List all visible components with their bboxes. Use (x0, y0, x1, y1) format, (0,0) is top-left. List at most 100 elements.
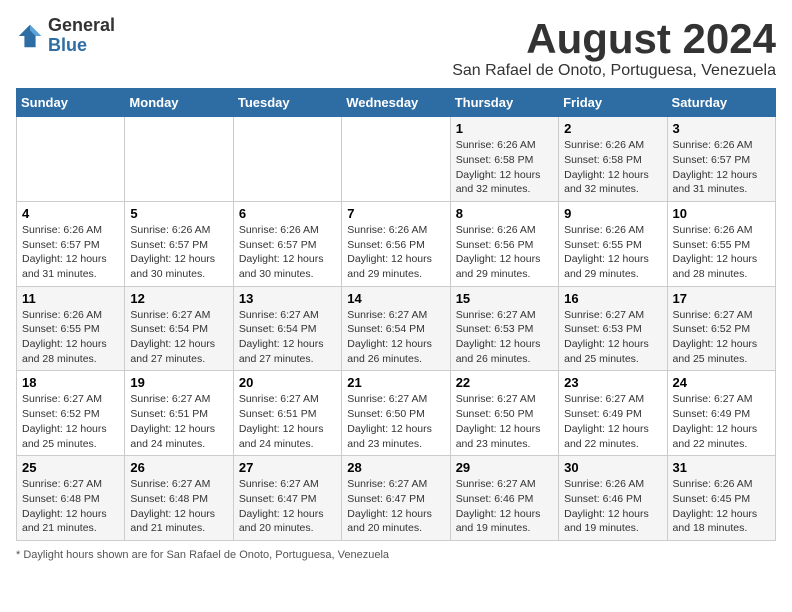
day-cell: 4 Sunrise: 6:26 AM Sunset: 6:57 PM Daylig… (17, 201, 125, 286)
calendar-body: 1 Sunrise: 6:26 AM Sunset: 6:58 PM Daylig… (17, 117, 776, 541)
day-number: 2 (564, 121, 661, 136)
day-cell: 21 Sunrise: 6:27 AM Sunset: 6:50 PM Dayli… (342, 371, 450, 456)
day-number: 23 (564, 375, 661, 390)
day-number: 9 (564, 206, 661, 221)
day-info: Sunrise: 6:26 AM Sunset: 6:57 PM Dayligh… (22, 223, 119, 282)
day-info: Sunrise: 6:27 AM Sunset: 6:47 PM Dayligh… (239, 477, 336, 536)
header-row: SundayMondayTuesdayWednesdayThursdayFrid… (17, 89, 776, 117)
day-info: Sunrise: 6:27 AM Sunset: 6:47 PM Dayligh… (347, 477, 444, 536)
calendar-table: SundayMondayTuesdayWednesdayThursdayFrid… (16, 88, 776, 541)
week-row-5: 25 Sunrise: 6:27 AM Sunset: 6:48 PM Dayli… (17, 456, 776, 541)
day-number: 10 (673, 206, 770, 221)
day-cell: 18 Sunrise: 6:27 AM Sunset: 6:52 PM Dayli… (17, 371, 125, 456)
day-number: 20 (239, 375, 336, 390)
day-cell: 12Sunrise: 6:27 AM Sunset: 6:54 PM Dayli… (125, 286, 233, 371)
day-number: 1 (456, 121, 553, 136)
day-cell: 19 Sunrise: 6:27 AM Sunset: 6:51 PM Dayli… (125, 371, 233, 456)
day-cell: 7Sunrise: 6:26 AM Sunset: 6:56 PM Daylig… (342, 201, 450, 286)
day-cell: 24 Sunrise: 6:27 AM Sunset: 6:49 PM Dayli… (667, 371, 775, 456)
day-info: Sunrise: 6:26 AM Sunset: 6:57 PM Dayligh… (673, 138, 770, 197)
day-info: Sunrise: 6:27 AM Sunset: 6:54 PM Dayligh… (130, 308, 227, 367)
day-info: Sunrise: 6:26 AM Sunset: 6:56 PM Dayligh… (347, 223, 444, 282)
day-cell (17, 117, 125, 202)
day-info: Sunrise: 6:27 AM Sunset: 6:50 PM Dayligh… (347, 392, 444, 451)
day-info: Sunrise: 6:26 AM Sunset: 6:57 PM Dayligh… (239, 223, 336, 282)
day-number: 26 (130, 460, 227, 475)
day-number: 30 (564, 460, 661, 475)
day-cell: 30Sunrise: 6:26 AM Sunset: 6:46 PM Dayli… (559, 456, 667, 541)
day-info: Sunrise: 6:27 AM Sunset: 6:49 PM Dayligh… (673, 392, 770, 451)
day-cell: 2Sunrise: 6:26 AM Sunset: 6:58 PM Daylig… (559, 117, 667, 202)
day-cell: 29Sunrise: 6:27 AM Sunset: 6:46 PM Dayli… (450, 456, 558, 541)
day-info: Sunrise: 6:27 AM Sunset: 6:50 PM Dayligh… (456, 392, 553, 451)
header-cell-wednesday: Wednesday (342, 89, 450, 117)
day-cell: 22Sunrise: 6:27 AM Sunset: 6:50 PM Dayli… (450, 371, 558, 456)
week-row-3: 11Sunrise: 6:26 AM Sunset: 6:55 PM Dayli… (17, 286, 776, 371)
week-row-4: 18 Sunrise: 6:27 AM Sunset: 6:52 PM Dayli… (17, 371, 776, 456)
day-info: Sunrise: 6:26 AM Sunset: 6:58 PM Dayligh… (456, 138, 553, 197)
day-number: 14 (347, 291, 444, 306)
day-info: Sunrise: 6:27 AM Sunset: 6:51 PM Dayligh… (130, 392, 227, 451)
day-info: Sunrise: 6:26 AM Sunset: 6:55 PM Dayligh… (22, 308, 119, 367)
day-info: Sunrise: 6:27 AM Sunset: 6:48 PM Dayligh… (130, 477, 227, 536)
day-info: Sunrise: 6:27 AM Sunset: 6:53 PM Dayligh… (456, 308, 553, 367)
main-title: August 2024 (452, 16, 776, 62)
day-info: Sunrise: 6:26 AM Sunset: 6:55 PM Dayligh… (673, 223, 770, 282)
day-info: Sunrise: 6:27 AM Sunset: 6:51 PM Dayligh… (239, 392, 336, 451)
footer-text: Daylight hours (23, 549, 93, 561)
logo-icon (16, 22, 44, 50)
header-cell-sunday: Sunday (17, 89, 125, 117)
day-info: Sunrise: 6:27 AM Sunset: 6:52 PM Dayligh… (673, 308, 770, 367)
day-cell: 26 Sunrise: 6:27 AM Sunset: 6:48 PM Dayli… (125, 456, 233, 541)
day-cell: 14Sunrise: 6:27 AM Sunset: 6:54 PM Dayli… (342, 286, 450, 371)
day-info: Sunrise: 6:27 AM Sunset: 6:53 PM Dayligh… (564, 308, 661, 367)
day-cell: 17 Sunrise: 6:27 AM Sunset: 6:52 PM Dayli… (667, 286, 775, 371)
day-cell: 11Sunrise: 6:26 AM Sunset: 6:55 PM Dayli… (17, 286, 125, 371)
day-info: Sunrise: 6:26 AM Sunset: 6:45 PM Dayligh… (673, 477, 770, 536)
day-number: 19 (130, 375, 227, 390)
header-cell-tuesday: Tuesday (233, 89, 341, 117)
day-cell: 25Sunrise: 6:27 AM Sunset: 6:48 PM Dayli… (17, 456, 125, 541)
calendar-header: SundayMondayTuesdayWednesdayThursdayFrid… (17, 89, 776, 117)
header: General Blue August 2024 San Rafael de O… (16, 16, 776, 80)
header-cell-friday: Friday (559, 89, 667, 117)
day-info: Sunrise: 6:26 AM Sunset: 6:55 PM Dayligh… (564, 223, 661, 282)
footer-note: * Daylight hours shown are for San Rafae… (16, 549, 776, 561)
day-cell (342, 117, 450, 202)
day-number: 16 (564, 291, 661, 306)
logo-general: General (48, 16, 115, 36)
header-cell-thursday: Thursday (450, 89, 558, 117)
header-cell-monday: Monday (125, 89, 233, 117)
day-cell: 23Sunrise: 6:27 AM Sunset: 6:49 PM Dayli… (559, 371, 667, 456)
title-area: August 2024 San Rafael de Onoto, Portugu… (452, 16, 776, 80)
day-info: Sunrise: 6:26 AM Sunset: 6:57 PM Dayligh… (130, 223, 227, 282)
day-number: 18 (22, 375, 119, 390)
logo-text: General Blue (48, 16, 115, 56)
day-number: 13 (239, 291, 336, 306)
day-cell: 20 Sunrise: 6:27 AM Sunset: 6:51 PM Dayli… (233, 371, 341, 456)
day-cell: 9 Sunrise: 6:26 AM Sunset: 6:55 PM Daylig… (559, 201, 667, 286)
day-cell: 1 Sunrise: 6:26 AM Sunset: 6:58 PM Daylig… (450, 117, 558, 202)
day-cell: 5Sunrise: 6:26 AM Sunset: 6:57 PM Daylig… (125, 201, 233, 286)
footer-subtitle: San Rafael de Onoto, Portuguesa, Venezue… (166, 549, 389, 561)
day-number: 8 (456, 206, 553, 221)
day-cell: 8Sunrise: 6:26 AM Sunset: 6:56 PM Daylig… (450, 201, 558, 286)
day-number: 3 (673, 121, 770, 136)
day-info: Sunrise: 6:27 AM Sunset: 6:52 PM Dayligh… (22, 392, 119, 451)
day-cell: 16 Sunrise: 6:27 AM Sunset: 6:53 PM Dayli… (559, 286, 667, 371)
day-number: 17 (673, 291, 770, 306)
week-row-2: 4 Sunrise: 6:26 AM Sunset: 6:57 PM Daylig… (17, 201, 776, 286)
day-number: 24 (673, 375, 770, 390)
week-row-1: 1 Sunrise: 6:26 AM Sunset: 6:58 PM Daylig… (17, 117, 776, 202)
day-cell (233, 117, 341, 202)
day-number: 27 (239, 460, 336, 475)
day-cell: 10 Sunrise: 6:26 AM Sunset: 6:55 PM Dayli… (667, 201, 775, 286)
day-number: 6 (239, 206, 336, 221)
day-cell: 13Sunrise: 6:27 AM Sunset: 6:54 PM Dayli… (233, 286, 341, 371)
day-number: 4 (22, 206, 119, 221)
day-number: 25 (22, 460, 119, 475)
day-number: 21 (347, 375, 444, 390)
day-info: Sunrise: 6:27 AM Sunset: 6:46 PM Dayligh… (456, 477, 553, 536)
day-cell (125, 117, 233, 202)
subtitle: San Rafael de Onoto, Portuguesa, Venezue… (452, 62, 776, 80)
